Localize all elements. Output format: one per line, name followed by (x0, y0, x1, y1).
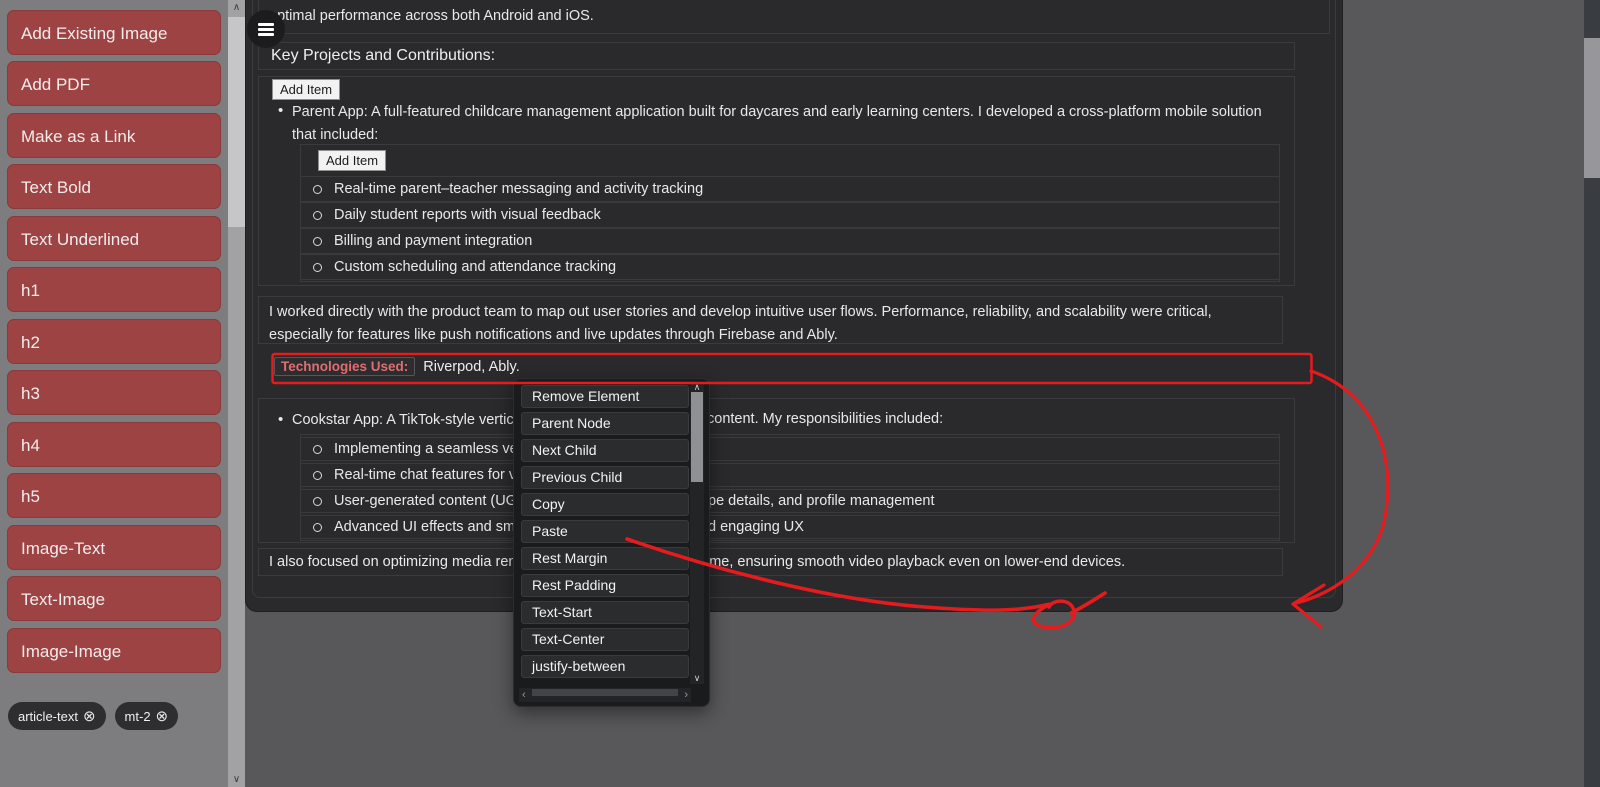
paragraph-text-right: ime, ensuring smooth video playback even… (706, 554, 1125, 570)
hamburger-icon (258, 23, 274, 26)
bullet-circle-icon (313, 237, 322, 246)
menu-item-previous-child[interactable]: Previous Child (521, 466, 689, 489)
list-item[interactable]: Billing and payment integration (300, 228, 1280, 254)
hamburger-menu-button[interactable] (247, 10, 285, 48)
scroll-right-icon[interactable]: › (684, 688, 688, 702)
add-pdf-button[interactable]: Add PDF (7, 61, 221, 106)
h2-button[interactable]: h2 (7, 319, 221, 364)
scrollbar-thumb[interactable] (228, 17, 245, 227)
tag-mt-2[interactable]: mt-2 ⊗ (115, 702, 179, 730)
image-text-button[interactable]: Image-Text (7, 525, 221, 570)
paragraph-text: optimal performance across both Android … (269, 8, 594, 24)
list-item[interactable]: Implementing a seamless vertical vid (300, 437, 1280, 461)
h5-button[interactable]: h5 (7, 473, 221, 518)
tag-label: article-text (18, 709, 78, 724)
tag-label: mt-2 (125, 709, 151, 724)
window-scrollbar[interactable] (1584, 0, 1600, 787)
menu-item-rest-margin[interactable]: Rest Margin (521, 547, 689, 570)
scrollbar-thumb[interactable] (691, 392, 703, 482)
paragraph-block[interactable]: I also focused on optimizing media rende… (258, 548, 1283, 576)
bullet-circle-icon (313, 263, 322, 272)
menu-item-rest-padding[interactable]: Rest Padding (521, 574, 689, 597)
bullet-circle-icon (313, 445, 322, 454)
technologies-row[interactable]: Technologies Used: Riverpod, Ably. (274, 357, 520, 376)
list-item[interactable]: Advanced UI effects and smooth anim d en… (300, 515, 1280, 539)
bullet-dot: • (278, 411, 283, 428)
add-item-button[interactable]: Add Item (272, 79, 340, 100)
remove-tag-icon[interactable]: ⊗ (156, 707, 169, 725)
project-title[interactable]: Cookstar App: A TikTok-style vertical vi… (292, 411, 1282, 429)
list-item[interactable]: Real-time parent–teacher messaging and a… (300, 176, 1280, 202)
scroll-down-icon[interactable]: ∨ (690, 673, 704, 684)
bullet-dot: • (278, 102, 283, 119)
text-image-button[interactable]: Text-Image (7, 576, 221, 621)
list-item[interactable]: User-generated content (UGC) suppo pe de… (300, 489, 1280, 513)
menu-item-text-start[interactable]: Text-Start (521, 601, 689, 624)
bullet-circle-icon (313, 497, 322, 506)
scroll-down-icon[interactable]: ∨ (228, 774, 245, 785)
menu-item-text-center[interactable]: Text-Center (521, 628, 689, 651)
context-menu: Remove Element Parent Node Next Child Pr… (513, 378, 710, 707)
list-item[interactable]: Daily student reports with visual feedba… (300, 202, 1280, 228)
technologies-value: Riverpod, Ably. (423, 359, 519, 375)
h1-button[interactable]: h1 (7, 267, 221, 312)
scrollbar-thumb[interactable] (1584, 38, 1600, 178)
menu-item-next-child[interactable]: Next Child (521, 439, 689, 462)
technologies-label: Technologies Used: (274, 357, 415, 376)
remove-tag-icon[interactable]: ⊗ (83, 707, 96, 725)
add-existing-image-button[interactable]: Add Existing Image (7, 10, 221, 55)
bullet-circle-icon (313, 523, 322, 532)
scroll-left-icon[interactable]: ‹ (522, 688, 526, 702)
h3-button[interactable]: h3 (7, 370, 221, 415)
paragraph-text: I worked directly with the product team … (269, 301, 1271, 347)
list-item[interactable]: Real-time chat features for viewer–cr (300, 463, 1280, 487)
class-tags: article-text ⊗ mt-2 ⊗ (8, 702, 178, 730)
list-item-text: Billing and payment integration (334, 233, 532, 249)
bullet-circle-icon (313, 471, 322, 480)
list-item-text-right: d engaging UX (708, 519, 804, 535)
list-item-text-right: pe details, and profile management (708, 493, 935, 509)
project-title[interactable]: Parent App: A full-featured childcare ma… (292, 101, 1277, 147)
scroll-up-icon[interactable]: ∧ (228, 2, 245, 13)
scrollbar-thumb[interactable] (532, 689, 678, 696)
text-bold-button[interactable]: Text Bold (7, 164, 221, 209)
list-item-text: Daily student reports with visual feedba… (334, 207, 601, 223)
image-image-button[interactable]: Image-Image (7, 628, 221, 673)
list-item-text: Real-time parent–teacher messaging and a… (334, 181, 703, 197)
paragraph-block[interactable]: I worked directly with the product team … (258, 296, 1283, 344)
bullet-circle-icon (313, 211, 322, 220)
menu-item-justify-between[interactable]: justify-between (521, 655, 689, 678)
paragraph-block[interactable]: optimal performance across both Android … (258, 0, 1330, 34)
toolbox-sidebar: Add Existing Image Add PDF Make as a Lin… (0, 0, 228, 787)
h4-button[interactable]: h4 (7, 422, 221, 467)
section-heading-block[interactable]: Key Projects and Contributions: (258, 42, 1295, 70)
section-heading: Key Projects and Contributions: (271, 47, 495, 65)
sidebar-scrollbar[interactable]: ∧ ∨ (228, 0, 245, 787)
list-item-text: Custom scheduling and attendance trackin… (334, 259, 616, 275)
app-window: Add Existing Image Add PDF Make as a Lin… (0, 0, 1600, 787)
text-underlined-button[interactable]: Text Underlined (7, 216, 221, 261)
menu-item-remove-element[interactable]: Remove Element (521, 385, 689, 408)
menu-horizontal-scrollbar[interactable]: ‹ › (519, 688, 691, 702)
make-as-link-button[interactable]: Make as a Link (7, 113, 221, 158)
list-item[interactable]: Custom scheduling and attendance trackin… (300, 254, 1280, 280)
tag-article-text[interactable]: article-text ⊗ (8, 702, 106, 730)
bullet-circle-icon (313, 185, 322, 194)
add-item-button[interactable]: Add Item (318, 150, 386, 171)
menu-item-copy[interactable]: Copy (521, 493, 689, 516)
menu-vertical-scrollbar[interactable]: ∧ ∨ (690, 382, 704, 684)
paragraph-text-left: I also focused on optimizing media rende… (269, 554, 537, 570)
project-title-right: content. My responsibilities included: (707, 411, 943, 427)
menu-item-paste[interactable]: Paste (521, 520, 689, 543)
menu-item-parent-node[interactable]: Parent Node (521, 412, 689, 435)
